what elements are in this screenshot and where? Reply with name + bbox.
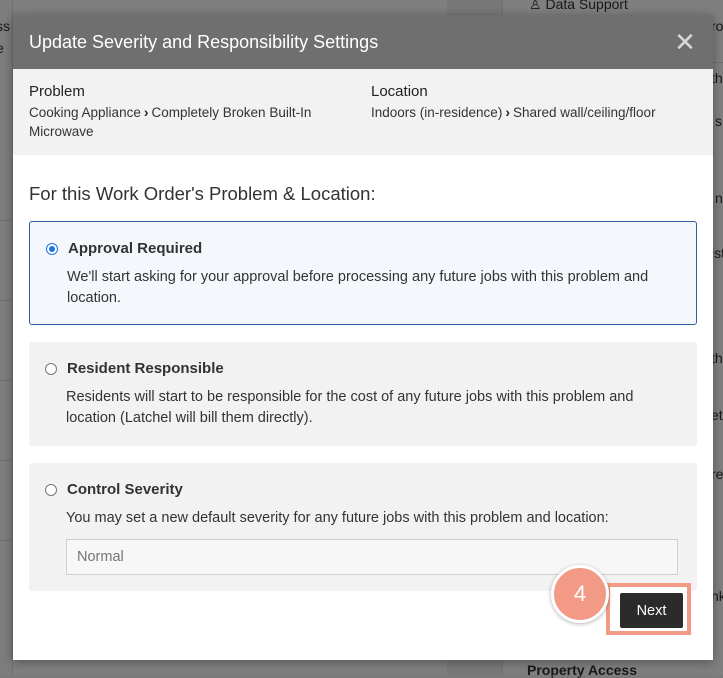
chevron-right-icon: › (143, 104, 149, 120)
option-title: Approval Required (68, 240, 203, 257)
work-order-info: Problem Cooking Appliance › Completely Bro… (13, 69, 713, 155)
location-label: Location (371, 83, 428, 100)
option-title: Resident Responsible (67, 360, 224, 377)
problem-info: Problem Cooking Appliance › Completely Bro… (29, 83, 349, 141)
update-severity-modal: Update Severity and Responsibility Setti… (13, 15, 713, 660)
resident-responsible-radio[interactable] (45, 362, 57, 375)
approval-required-radio[interactable] (46, 242, 58, 255)
option-title: Control Severity (67, 481, 183, 498)
option-description: We'll start asking for your approval bef… (67, 269, 649, 306)
problem-label: Problem (29, 83, 85, 100)
location-info: Location Indoors (in-residence) › Shared w… (371, 83, 701, 122)
step-badge: 4 (551, 565, 609, 623)
problem-category: Cooking Appliance (29, 105, 141, 120)
location-area: Indoors (in-residence) (371, 105, 503, 120)
next-button[interactable]: Next (620, 593, 683, 628)
close-icon[interactable]: ✕ (673, 29, 697, 55)
modal-title: Update Severity and Responsibility Setti… (29, 31, 379, 52)
location-detail: Shared wall/ceiling/floor (512, 105, 656, 120)
option-resident-responsible[interactable]: Resident Responsible Residents will star… (29, 342, 697, 446)
location-value: Indoors (in-residence) › Shared wall/ceili… (371, 103, 701, 122)
section-heading: For this Work Order's Problem & Location… (29, 183, 376, 204)
problem-value: Cooking Appliance › Completely Broken Buil… (29, 103, 349, 141)
control-severity-radio[interactable] (45, 483, 57, 496)
chevron-right-icon: › (505, 104, 510, 120)
option-approval-required[interactable]: Approval Required We'll start asking for… (29, 221, 697, 325)
option-description: You may set a new default severity for a… (66, 510, 609, 526)
option-description: Residents will start to be responsible f… (66, 389, 634, 426)
modal-header: Update Severity and Responsibility Setti… (13, 15, 713, 69)
